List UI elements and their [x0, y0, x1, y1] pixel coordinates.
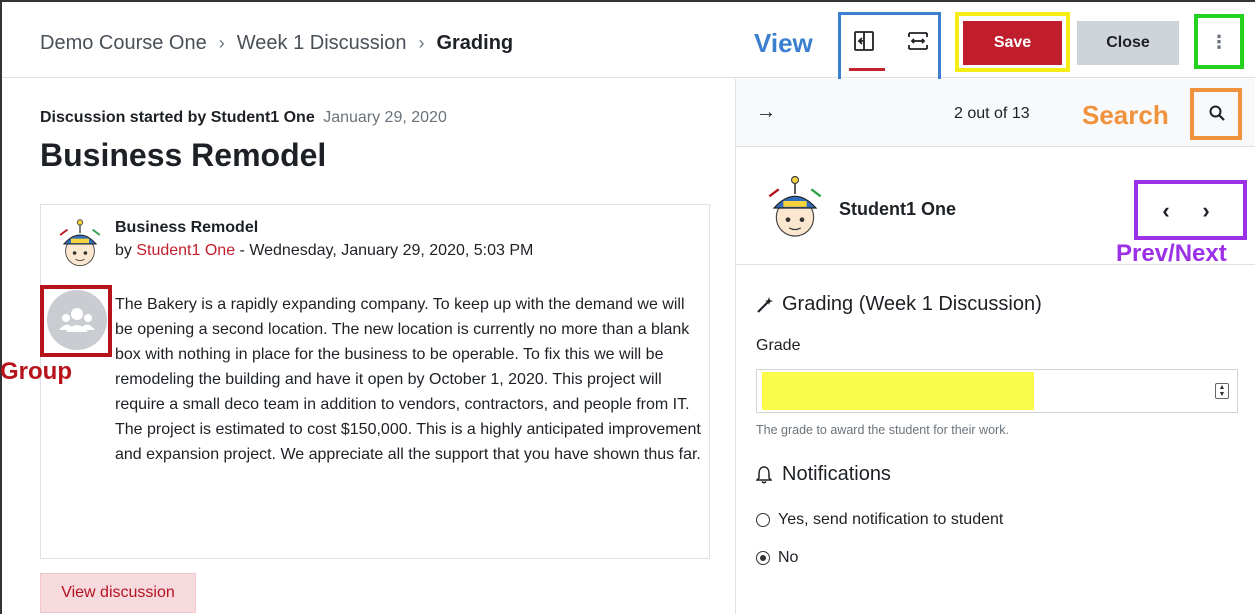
- annotation-prevnext-label: Prev/Next: [1116, 240, 1227, 267]
- notify-yes-label: Yes, send notification to student: [778, 511, 1004, 528]
- grade-label: Grade: [756, 337, 801, 354]
- post-title: Business Remodel: [115, 219, 259, 236]
- active-view-indicator: [849, 68, 885, 71]
- notifications-heading-text: Notifications: [782, 463, 891, 485]
- bell-icon: [756, 465, 772, 483]
- annotation-search-label: Search: [1082, 100, 1169, 130]
- post-author-link[interactable]: Student1 One: [136, 242, 235, 259]
- grader-nav-row: → 2 out of 13: [736, 79, 1255, 147]
- avatar: [768, 175, 822, 237]
- collapse-panel-arrow-icon[interactable]: →: [756, 101, 776, 124]
- grading-panel: → 2 out of 13 Student1 One ‹ › Grading (…: [735, 79, 1255, 614]
- breadcrumb-course[interactable]: Demo Course One: [40, 32, 207, 55]
- started-date: January 29, 2020: [323, 109, 447, 126]
- grade-input[interactable]: ▲ ▼: [756, 369, 1238, 413]
- notify-no-option[interactable]: No: [756, 549, 798, 567]
- view-discussion-button[interactable]: View discussion: [40, 573, 196, 613]
- fullscreen-view-button[interactable]: [903, 26, 933, 56]
- breadcrumb-separator: ›: [218, 33, 225, 53]
- post-byline: by Student1 One - Wednesday, January 29,…: [115, 242, 533, 260]
- student-count: 2 out of 13: [954, 105, 1030, 122]
- save-button[interactable]: Save: [963, 21, 1062, 65]
- annotation-prevnext-box: [1134, 180, 1247, 240]
- annotation-view-label: View: [754, 28, 813, 58]
- notify-yes-option[interactable]: Yes, send notification to student: [756, 511, 1003, 529]
- close-button[interactable]: Close: [1077, 21, 1179, 65]
- grade-spinner-icon[interactable]: ▲ ▼: [1215, 383, 1229, 399]
- breadcrumb-separator: ›: [418, 33, 425, 53]
- grade-highlight: [762, 372, 1034, 410]
- radio-unchecked[interactable]: [756, 513, 770, 527]
- started-by-text: Discussion started by Student1 One: [40, 109, 315, 126]
- annotation-search-box: [1190, 88, 1242, 140]
- breadcrumb-activity[interactable]: Week 1 Discussion: [237, 32, 407, 55]
- notifications-heading: Notifications: [756, 463, 891, 486]
- notify-no-label: No: [778, 549, 799, 566]
- discussion-post: Business Remodel by Student1 One - Wedne…: [40, 204, 710, 559]
- breadcrumb: Demo Course One › Week 1 Discussion › Gr…: [40, 32, 513, 55]
- student-name: Student1 One: [839, 199, 957, 219]
- kebab-menu-icon: ⋮: [1210, 31, 1228, 52]
- radio-checked[interactable]: [756, 551, 770, 565]
- grading-heading: Grading (Week 1 Discussion): [756, 293, 1042, 316]
- discussion-started-line: Discussion started by Student1 One Janua…: [40, 109, 447, 127]
- grading-heading-text: Grading (Week 1 Discussion): [782, 293, 1042, 315]
- avatar: [59, 219, 101, 267]
- post-body: The Bakery is a rapidly expanding compan…: [115, 296, 701, 463]
- expand-horizontal-icon: [908, 32, 928, 50]
- annotation-group-label: Group: [0, 358, 72, 385]
- magic-wand-icon: [757, 296, 773, 313]
- grade-help-text: The grade to award the student for their…: [756, 423, 1009, 437]
- breadcrumb-current: Grading: [436, 32, 514, 54]
- post-by-suffix: - Wednesday, January 29, 2020, 5:03 PM: [235, 242, 534, 259]
- collapse-grade-panel-button[interactable]: [849, 26, 879, 56]
- discussion-title: Business Remodel: [40, 137, 327, 173]
- panel-left-icon: [854, 31, 874, 51]
- annotation-group-box: [40, 285, 112, 357]
- post-by-prefix: by: [115, 242, 137, 259]
- more-options-button[interactable]: ⋮: [1202, 22, 1236, 62]
